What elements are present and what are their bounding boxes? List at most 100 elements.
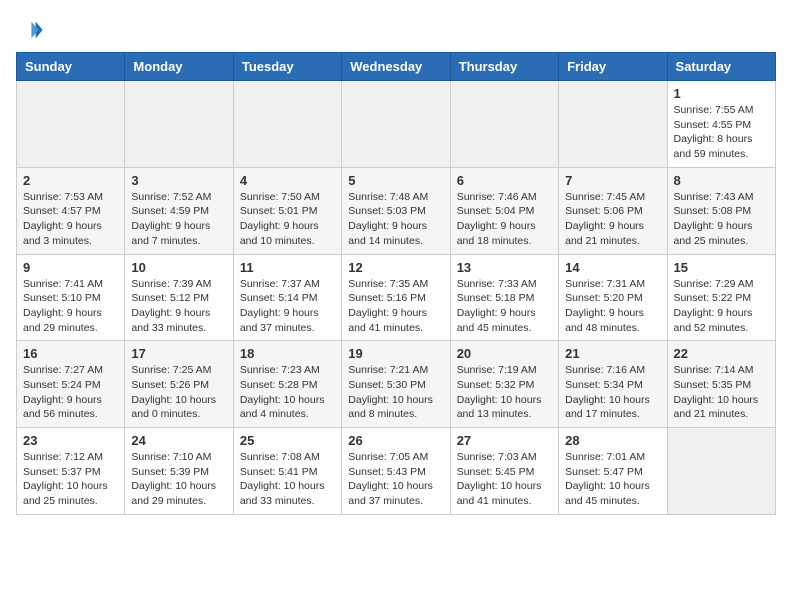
day-info: Sunrise: 7:27 AM xyxy=(23,363,118,378)
calendar-cell: 18 Sunrise: 7:23 AMSunset: 5:28 PMDayligh… xyxy=(233,341,341,428)
day-number: 4 xyxy=(240,173,335,188)
day-number: 27 xyxy=(457,433,552,448)
day-info: Sunset: 5:22 PM xyxy=(674,291,769,306)
day-info: Sunrise: 7:01 AM xyxy=(565,450,660,465)
day-info: Sunrise: 7:46 AM xyxy=(457,190,552,205)
weekday-header-friday: Friday xyxy=(559,53,667,81)
day-info: Daylight: 9 hours and 29 minutes. xyxy=(23,306,118,335)
day-info: Daylight: 9 hours and 48 minutes. xyxy=(565,306,660,335)
day-info: Sunset: 5:35 PM xyxy=(674,378,769,393)
weekday-header-thursday: Thursday xyxy=(450,53,558,81)
calendar-cell: 2Sunrise: 7:53 AMSunset: 4:57 PMDaylight… xyxy=(17,167,125,254)
calendar-week-1: 1Sunrise: 7:55 AMSunset: 4:55 PMDaylight… xyxy=(17,81,776,168)
day-number: 14 xyxy=(565,260,660,275)
calendar-cell: 6 Sunrise: 7:46 AMSunset: 5:04 PMDaylight… xyxy=(450,167,558,254)
day-number: 13 xyxy=(457,260,552,275)
calendar-cell xyxy=(342,81,450,168)
calendar-cell: 27Sunrise: 7:03 AMSunset: 5:45 PMDayligh… xyxy=(450,428,558,515)
calendar-cell: 16Sunrise: 7:27 AMSunset: 5:24 PMDayligh… xyxy=(17,341,125,428)
day-info: Sunrise: 7:31 AM xyxy=(565,277,660,292)
logo xyxy=(16,16,48,44)
day-number: 9 xyxy=(23,260,118,275)
day-info: Daylight: 10 hours and 4 minutes. xyxy=(240,393,335,422)
calendar-cell: 10Sunrise: 7:39 AMSunset: 5:12 PMDayligh… xyxy=(125,254,233,341)
calendar-header-row: SundayMondayTuesdayWednesdayThursdayFrid… xyxy=(17,53,776,81)
calendar-cell xyxy=(559,81,667,168)
day-info: Sunset: 5:16 PM xyxy=(348,291,443,306)
day-info: Sunset: 5:18 PM xyxy=(457,291,552,306)
calendar-cell: 15Sunrise: 7:29 AMSunset: 5:22 PMDayligh… xyxy=(667,254,775,341)
day-info: Sunrise: 7:16 AM xyxy=(565,363,660,378)
day-number: 26 xyxy=(348,433,443,448)
calendar-week-3: 9Sunrise: 7:41 AMSunset: 5:10 PMDaylight… xyxy=(17,254,776,341)
calendar-cell xyxy=(667,428,775,515)
day-info: Daylight: 10 hours and 8 minutes. xyxy=(348,393,443,422)
day-info: Sunrise: 7:52 AM xyxy=(131,190,226,205)
calendar-cell: 11Sunrise: 7:37 AMSunset: 5:14 PMDayligh… xyxy=(233,254,341,341)
weekday-header-wednesday: Wednesday xyxy=(342,53,450,81)
day-info: Sunset: 5:01 PM xyxy=(240,204,335,219)
day-number: 11 xyxy=(240,260,335,275)
day-info: Daylight: 10 hours and 17 minutes. xyxy=(565,393,660,422)
calendar-cell: 14Sunrise: 7:31 AMSunset: 5:20 PMDayligh… xyxy=(559,254,667,341)
day-number: 21 xyxy=(565,346,660,361)
day-number: 1 xyxy=(674,86,769,101)
day-info: Sunrise: 7:41 AM xyxy=(23,277,118,292)
day-number: 18 xyxy=(240,346,335,361)
day-number: 25 xyxy=(240,433,335,448)
day-number: 5 xyxy=(348,173,443,188)
calendar-cell: 24Sunrise: 7:10 AMSunset: 5:39 PMDayligh… xyxy=(125,428,233,515)
calendar-cell: 1Sunrise: 7:55 AMSunset: 4:55 PMDaylight… xyxy=(667,81,775,168)
day-info: Daylight: 10 hours and 29 minutes. xyxy=(131,479,226,508)
day-info: Sunrise: 7:12 AM xyxy=(23,450,118,465)
day-info: Sunrise: 7:14 AM xyxy=(674,363,769,378)
calendar-week-5: 23Sunrise: 7:12 AMSunset: 5:37 PMDayligh… xyxy=(17,428,776,515)
calendar-cell xyxy=(233,81,341,168)
day-info: Daylight: 9 hours and 25 minutes. xyxy=(674,219,769,248)
day-info: Sunset: 5:43 PM xyxy=(348,465,443,480)
day-info: Daylight: 9 hours and 3 minutes. xyxy=(23,219,118,248)
day-info: Sunrise: 7:08 AM xyxy=(240,450,335,465)
day-info: Daylight: 9 hours and 7 minutes. xyxy=(131,219,226,248)
day-info: Daylight: 10 hours and 33 minutes. xyxy=(240,479,335,508)
calendar-cell: 26Sunrise: 7:05 AMSunset: 5:43 PMDayligh… xyxy=(342,428,450,515)
calendar-cell xyxy=(125,81,233,168)
day-info: Sunrise: 7:35 AM xyxy=(348,277,443,292)
calendar-cell: 3Sunrise: 7:52 AMSunset: 4:59 PMDaylight… xyxy=(125,167,233,254)
day-info: Sunset: 5:04 PM xyxy=(457,204,552,219)
calendar-cell: 25Sunrise: 7:08 AMSunset: 5:41 PMDayligh… xyxy=(233,428,341,515)
day-info: Sunset: 5:28 PM xyxy=(240,378,335,393)
day-number: 28 xyxy=(565,433,660,448)
weekday-header-sunday: Sunday xyxy=(17,53,125,81)
day-info: Sunrise: 7:23 AM xyxy=(240,363,335,378)
page-header xyxy=(16,16,776,44)
day-number: 24 xyxy=(131,433,226,448)
day-info: Sunrise: 7:10 AM xyxy=(131,450,226,465)
logo-icon xyxy=(16,16,44,44)
day-info: Sunrise: 7:48 AM xyxy=(348,190,443,205)
calendar-table: SundayMondayTuesdayWednesdayThursdayFrid… xyxy=(16,52,776,515)
day-info: Daylight: 9 hours and 18 minutes. xyxy=(457,219,552,248)
day-number: 19 xyxy=(348,346,443,361)
day-info: Sunrise: 7:45 AM xyxy=(565,190,660,205)
day-info: Daylight: 9 hours and 10 minutes. xyxy=(240,219,335,248)
day-info: Sunrise: 7:25 AM xyxy=(131,363,226,378)
day-info: Sunrise: 7:29 AM xyxy=(674,277,769,292)
calendar-cell: 7Sunrise: 7:45 AMSunset: 5:06 PMDaylight… xyxy=(559,167,667,254)
day-number: 6 xyxy=(457,173,552,188)
day-info: Sunset: 5:10 PM xyxy=(23,291,118,306)
day-info: Daylight: 9 hours and 14 minutes. xyxy=(348,219,443,248)
calendar-cell: 21Sunrise: 7:16 AMSunset: 5:34 PMDayligh… xyxy=(559,341,667,428)
calendar-cell: 22Sunrise: 7:14 AMSunset: 5:35 PMDayligh… xyxy=(667,341,775,428)
day-info: Sunrise: 7:19 AM xyxy=(457,363,552,378)
day-number: 10 xyxy=(131,260,226,275)
day-info: Daylight: 10 hours and 37 minutes. xyxy=(348,479,443,508)
day-info: Sunset: 4:57 PM xyxy=(23,204,118,219)
day-info: Daylight: 9 hours and 21 minutes. xyxy=(565,219,660,248)
calendar-cell: 9 Sunrise: 7:41 AMSunset: 5:10 PMDaylight… xyxy=(17,254,125,341)
day-number: 3 xyxy=(131,173,226,188)
day-info: Sunrise: 7:21 AM xyxy=(348,363,443,378)
day-number: 7 xyxy=(565,173,660,188)
day-info: Daylight: 9 hours and 37 minutes. xyxy=(240,306,335,335)
day-number: 12 xyxy=(348,260,443,275)
